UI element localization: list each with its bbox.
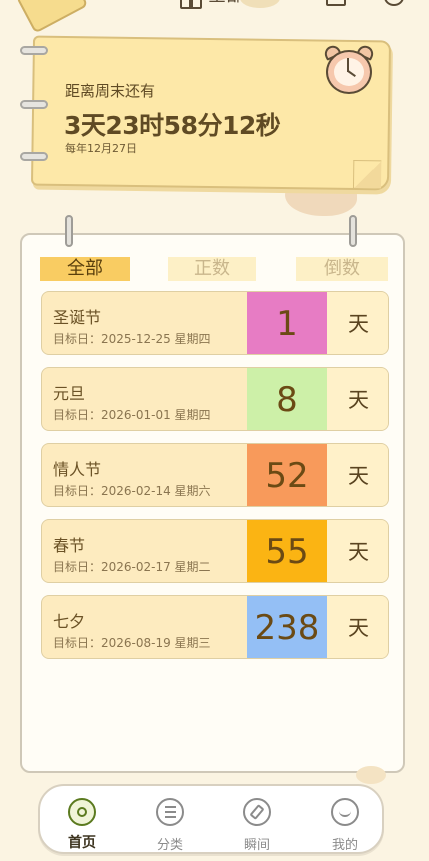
event-days: 8 — [247, 368, 327, 430]
event-date: 目标日：2026-02-14 星期六 — [53, 484, 211, 498]
countdown-title: 距离周末还有 — [65, 82, 156, 100]
event-date: 目标日：2025-12-25 星期四 — [53, 332, 211, 346]
cloud-decoration — [240, 0, 280, 8]
binder-ring — [20, 152, 48, 161]
nav-label: 我的 — [331, 838, 358, 853]
alarm-clock-icon — [320, 43, 380, 100]
cheese-decoration — [15, 0, 89, 34]
event-row[interactable]: 圣诞节 目标日：2025-12-25 星期四 1 天 — [41, 291, 389, 355]
compass-icon — [243, 798, 271, 826]
nav-home[interactable]: 首页 — [52, 796, 112, 851]
countdown-subtitle: 每年12月27日 — [65, 142, 137, 155]
event-unit: 天 — [327, 368, 388, 430]
event-days: 1 — [247, 292, 327, 354]
event-name: 圣诞节 — [53, 308, 102, 327]
event-row[interactable]: 七夕 目标日：2026-08-19 星期三 238 天 — [41, 595, 389, 659]
smiley-icon — [331, 798, 359, 826]
binder-ring — [20, 46, 48, 55]
event-date: 目标日：2026-02-17 星期二 — [53, 560, 211, 574]
event-date: 目标日：2026-08-19 星期三 — [53, 636, 211, 650]
settings-icon[interactable] — [384, 0, 404, 6]
paper-fold-corner — [352, 159, 382, 189]
nav-label: 首页 — [68, 835, 96, 851]
event-date: 目标日：2026-01-01 星期四 — [53, 408, 211, 422]
binder-clip-left — [65, 215, 73, 247]
event-unit: 天 — [327, 596, 388, 658]
calendar-icon[interactable] — [326, 0, 346, 6]
tab-count-down[interactable]: 倒数 — [296, 257, 388, 281]
top-bar: 全部 — [0, 0, 429, 34]
event-name: 元旦 — [53, 384, 86, 403]
nav-label: 分类 — [156, 838, 183, 853]
category-filter-button[interactable]: 全部 — [180, 0, 244, 10]
event-row[interactable]: 元旦 目标日：2026-01-01 星期四 8 天 — [41, 367, 389, 431]
event-days: 238 — [247, 596, 327, 658]
nav-profile[interactable]: 我的 — [315, 796, 375, 853]
tab-all[interactable]: 全部 — [40, 257, 130, 281]
home-icon — [68, 798, 96, 826]
category-icon — [180, 0, 202, 9]
event-name: 七夕 — [53, 612, 86, 631]
blob-decoration — [356, 766, 386, 784]
nav-category[interactable]: 分类 — [140, 796, 200, 853]
event-row[interactable]: 情人节 目标日：2026-02-14 星期六 52 天 — [41, 443, 389, 507]
nav-label: 瞬间 — [243, 838, 270, 853]
binder-clip-right — [349, 215, 357, 247]
nav-moments[interactable]: 瞬间 — [227, 796, 287, 853]
event-days: 55 — [247, 520, 327, 582]
event-name: 情人节 — [53, 460, 102, 479]
filter-tabs: 全部 正数 倒数 — [40, 257, 390, 281]
countdown-value: 3天23时58分12秒 — [64, 111, 281, 140]
event-days: 52 — [247, 444, 327, 506]
binder-ring — [20, 100, 48, 109]
tab-count-up[interactable]: 正数 — [168, 257, 256, 281]
event-unit: 天 — [327, 520, 388, 582]
list-icon — [156, 798, 184, 826]
event-row[interactable]: 春节 目标日：2026-02-17 星期二 55 天 — [41, 519, 389, 583]
event-list: 圣诞节 目标日：2025-12-25 星期四 1 天 元旦 目标日：2026-0… — [41, 291, 389, 671]
category-filter-label: 全部 — [208, 0, 244, 5]
events-card: 全部 正数 倒数 圣诞节 目标日：2025-12-25 星期四 1 天 元旦 目… — [20, 233, 405, 773]
event-unit: 天 — [327, 292, 388, 354]
weekend-countdown-card[interactable]: 距离周末还有 3天23时58分12秒 每年12月27日 — [20, 34, 400, 216]
bottom-nav: 首页 分类 瞬间 我的 — [38, 784, 384, 854]
event-unit: 天 — [327, 444, 388, 506]
event-name: 春节 — [53, 536, 86, 555]
